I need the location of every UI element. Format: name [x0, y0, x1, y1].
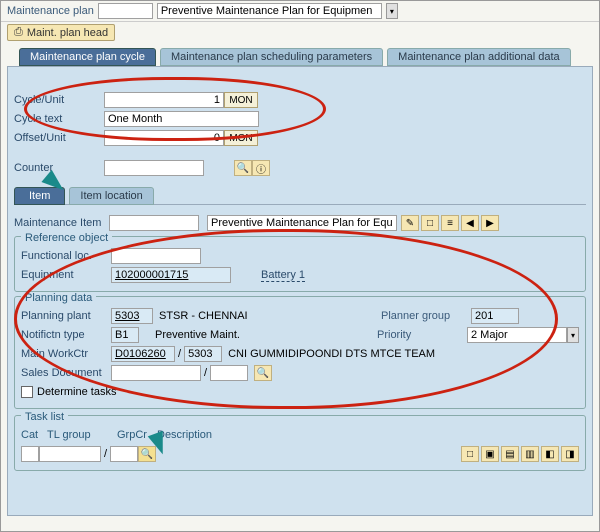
tasklist-cat-input[interactable]: [21, 446, 39, 462]
priority-dropdown-icon[interactable]: ▾: [567, 327, 579, 343]
edit-icon[interactable]: ✎: [401, 215, 419, 231]
maint-plan-head-label: Maint. plan head: [27, 27, 108, 39]
sales-doc-label: Sales Document: [21, 367, 111, 379]
tasklist-tlgroup-input[interactable]: [39, 446, 101, 462]
tasklist-grpcr-header: GrpCr: [117, 429, 157, 441]
list-icon[interactable]: ≡: [441, 215, 459, 231]
tl-btn-1[interactable]: □: [461, 446, 479, 462]
tasklist-search-icon[interactable]: 🔍: [138, 446, 156, 462]
maint-plan-desc-f4-icon[interactable]: ▾: [386, 3, 398, 19]
tab-maint-plan-cycle[interactable]: Maintenance plan cycle: [19, 48, 156, 66]
maint-plan-number-input[interactable]: [98, 3, 153, 19]
functional-loc-label: Functional loc.: [21, 250, 111, 262]
counter-input[interactable]: [104, 160, 204, 176]
tl-btn-6[interactable]: ◨: [561, 446, 579, 462]
planning-plant-desc: STSR - CHENNAI: [159, 310, 248, 322]
offset-unit-input[interactable]: [104, 130, 224, 146]
cycle-unit-unit: MON: [224, 92, 258, 108]
cycle-text-input[interactable]: [104, 111, 259, 127]
document-icon: ⎙: [14, 26, 23, 39]
counter-label: Counter: [14, 162, 104, 174]
binoculars-icon[interactable]: 🔍: [234, 160, 252, 176]
main-workctr-input[interactable]: [111, 346, 175, 362]
tasklist-desc-header: Description: [157, 429, 212, 441]
main-workctr-plant-input[interactable]: [184, 346, 222, 362]
tl-btn-5[interactable]: ◧: [541, 446, 559, 462]
task-list-title: Task list: [21, 411, 68, 423]
maint-item-label: Maintenance Item: [14, 217, 109, 229]
maint-plan-head-button[interactable]: ⎙ Maint. plan head: [7, 24, 115, 41]
priority-label: Priority: [377, 329, 467, 341]
cycle-unit-label: Cycle/Unit: [14, 94, 104, 106]
tab-maint-plan-addl-data[interactable]: Maintenance plan additional data: [387, 48, 570, 66]
cycle-unit-input[interactable]: [104, 92, 224, 108]
main-workctr-label: Main WorkCtr: [21, 348, 111, 360]
planner-group-label: Planner group: [381, 310, 471, 322]
new-item-icon[interactable]: □: [421, 215, 439, 231]
functional-loc-input[interactable]: [111, 248, 201, 264]
tab-item-location[interactable]: Item location: [69, 187, 153, 205]
offset-unit-label: Offset/Unit: [14, 132, 104, 144]
equipment-input[interactable]: [111, 267, 231, 283]
maint-plan-desc-input[interactable]: [157, 3, 382, 19]
sales-doc-item-input[interactable]: [210, 365, 248, 381]
priority-select[interactable]: [467, 327, 567, 343]
planner-group-input[interactable]: [471, 308, 519, 324]
cycle-text-label: Cycle text: [14, 113, 104, 125]
notif-type-label: Notifictn type: [21, 329, 111, 341]
determine-tasks-label: Determine tasks: [37, 386, 116, 398]
tasklist-tlgroup-header: TL group: [47, 429, 117, 441]
notif-type-input[interactable]: [111, 327, 139, 343]
equipment-label: Equipment: [21, 269, 111, 281]
planning-plant-input[interactable]: [111, 308, 153, 324]
tasklist-grpcr-input[interactable]: [110, 446, 138, 462]
offset-unit-unit: MON: [224, 130, 258, 146]
tl-btn-3[interactable]: ▤: [501, 446, 519, 462]
planning-data-title: Planning data: [21, 292, 96, 304]
maint-item-desc-input[interactable]: [207, 215, 397, 231]
sales-doc-search-icon[interactable]: 🔍: [254, 365, 272, 381]
planning-plant-label: Planning plant: [21, 310, 111, 322]
sales-doc-input[interactable]: [111, 365, 201, 381]
main-workctr-desc: CNI GUMMIDIPOONDI DTS MTCE TEAM: [228, 348, 435, 360]
maint-plan-label: Maintenance plan: [7, 5, 94, 17]
notif-type-desc: Preventive Maint.: [155, 329, 240, 341]
tl-btn-2[interactable]: ▣: [481, 446, 499, 462]
next-icon[interactable]: ▶: [481, 215, 499, 231]
tl-btn-4[interactable]: ▥: [521, 446, 539, 462]
reference-object-title: Reference object: [21, 232, 112, 244]
prev-icon[interactable]: ◀: [461, 215, 479, 231]
tab-maint-plan-sched-params[interactable]: Maintenance plan scheduling parameters: [160, 48, 383, 66]
info-icon[interactable]: ⓘ: [252, 160, 270, 176]
tab-item[interactable]: Item: [14, 187, 65, 205]
tasklist-cat-header: Cat: [21, 429, 47, 441]
equipment-desc-link[interactable]: Battery 1: [261, 269, 305, 282]
maint-item-input[interactable]: [109, 215, 199, 231]
determine-tasks-checkbox[interactable]: [21, 386, 33, 398]
